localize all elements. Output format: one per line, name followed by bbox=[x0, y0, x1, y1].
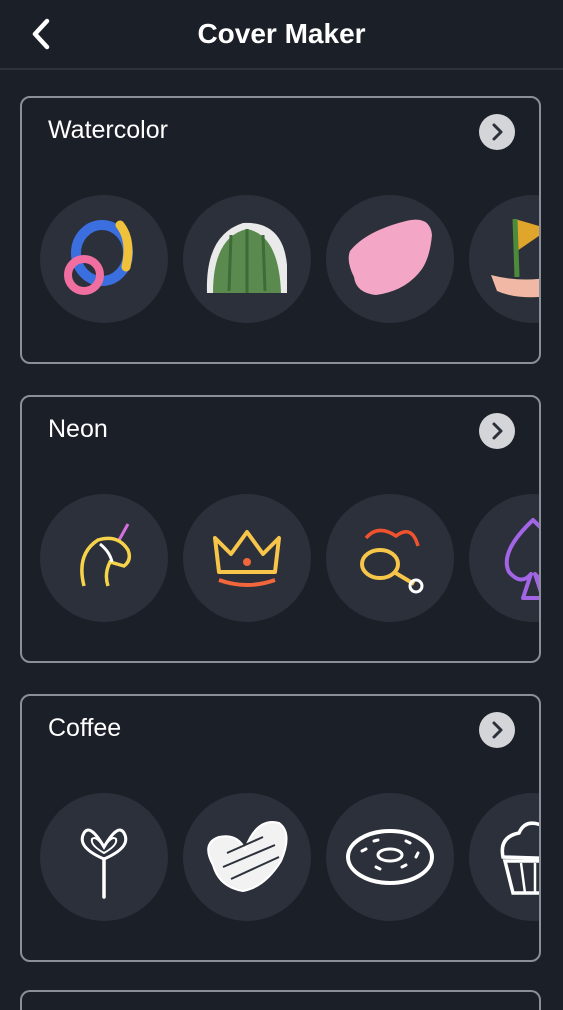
watercolor-cactus-icon bbox=[206, 222, 287, 293]
sticker-row bbox=[40, 793, 539, 923]
sticker-item[interactable] bbox=[40, 195, 168, 323]
watercolor-section: Watercolor bbox=[20, 96, 541, 364]
sticker-item[interactable] bbox=[183, 195, 311, 323]
sticker-item[interactable] bbox=[326, 494, 454, 622]
chevron-right-icon bbox=[492, 721, 503, 739]
section-title: Watercolor bbox=[48, 116, 168, 144]
heart-lollipop-icon bbox=[80, 828, 128, 899]
neon-crown-icon bbox=[213, 530, 281, 587]
sticker-item[interactable] bbox=[40, 793, 168, 921]
sticker-item[interactable] bbox=[183, 793, 311, 921]
watercolor-rings-icon bbox=[64, 220, 133, 295]
sticker-item[interactable] bbox=[40, 494, 168, 622]
sticker-row bbox=[40, 195, 539, 325]
cupcake-icon bbox=[500, 821, 539, 895]
section-title: Coffee bbox=[48, 714, 122, 742]
neon-more-button[interactable] bbox=[479, 413, 515, 449]
sticker-item[interactable] bbox=[183, 494, 311, 622]
sticker-item[interactable] bbox=[469, 793, 539, 921]
sketch-heart-icon bbox=[207, 821, 288, 893]
watercolor-sailboat-icon bbox=[491, 218, 539, 298]
next-section-edge bbox=[0, 990, 563, 1010]
neon-section: Neon bbox=[20, 395, 541, 663]
sticker-item[interactable] bbox=[326, 793, 454, 921]
chevron-right-icon bbox=[492, 422, 503, 440]
sticker-row bbox=[40, 494, 539, 624]
watercolor-pink-blob-icon bbox=[348, 219, 432, 295]
coffee-section: Coffee bbox=[20, 694, 541, 962]
top-bar: Cover Maker bbox=[0, 0, 563, 70]
neon-spade-icon bbox=[504, 518, 539, 600]
neon-chicken-leg-icon bbox=[360, 528, 424, 594]
donut-icon bbox=[346, 829, 434, 885]
section-title: Neon bbox=[48, 415, 108, 443]
watercolor-more-button[interactable] bbox=[479, 114, 515, 150]
sticker-item[interactable] bbox=[469, 195, 539, 323]
sticker-item[interactable] bbox=[326, 195, 454, 323]
chevron-right-icon bbox=[492, 123, 503, 141]
page-title: Cover Maker bbox=[197, 18, 366, 49]
coffee-more-button[interactable] bbox=[479, 712, 515, 748]
neon-unicorn-icon bbox=[80, 523, 132, 587]
sticker-item[interactable] bbox=[469, 494, 539, 622]
